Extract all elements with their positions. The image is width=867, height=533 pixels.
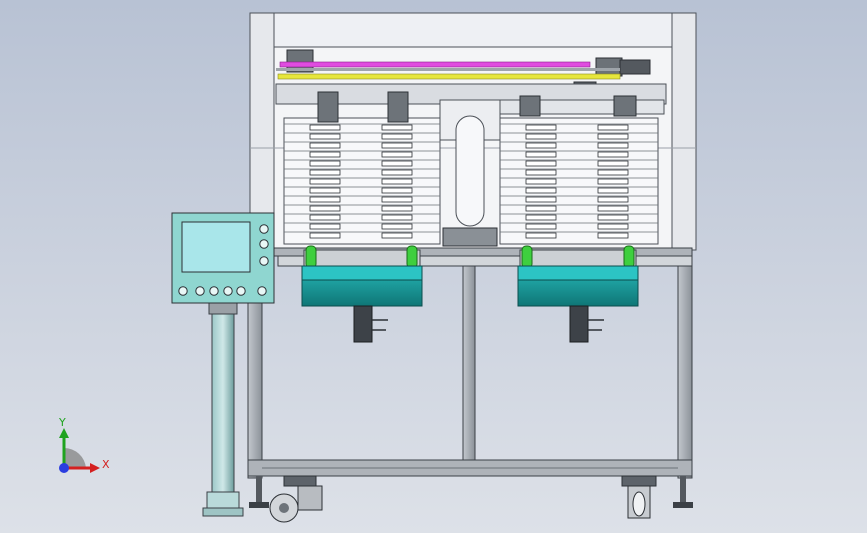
hmi-button-icon[interactable]	[259, 256, 269, 266]
tray-stack-left	[283, 117, 441, 245]
tray-slot	[597, 160, 629, 167]
cad-viewport[interactable]: Y X	[0, 0, 867, 533]
tray-slot	[525, 151, 557, 158]
tray-slot	[597, 232, 629, 239]
caster-wheel-icon	[621, 475, 657, 519]
tray-slot	[381, 169, 413, 176]
tray-slot	[309, 214, 341, 221]
tray-slot	[309, 169, 341, 176]
leveling-foot-icon	[673, 476, 693, 508]
tray-slot	[381, 214, 413, 221]
tray-slot	[525, 214, 557, 221]
tray-slot	[525, 232, 557, 239]
tray-slot	[525, 196, 557, 203]
machine-drawing: Y X	[58, 12, 697, 523]
tray-slot	[309, 142, 341, 149]
hmi-button-icon[interactable]	[178, 286, 188, 296]
tray-slot	[597, 205, 629, 212]
tray-slot	[597, 142, 629, 149]
tray-slot	[525, 178, 557, 185]
hmi-button-icon[interactable]	[259, 224, 269, 234]
tray-slot	[597, 196, 629, 203]
hmi-button-icon[interactable]	[223, 286, 233, 296]
tray-slot	[597, 133, 629, 140]
tray-slot	[381, 232, 413, 239]
tray-slot	[525, 124, 557, 131]
tray-slot	[381, 205, 413, 212]
tray-slot	[381, 196, 413, 203]
tray-slot	[597, 214, 629, 221]
tray-slot	[525, 223, 557, 230]
tray-slot	[309, 232, 341, 239]
tray-slot	[525, 160, 557, 167]
tray-slot	[309, 133, 341, 140]
lifter-unit-right	[517, 245, 639, 343]
lifter-unit-left	[301, 245, 423, 343]
tray-slot	[309, 160, 341, 167]
caster-wheel-icon	[269, 475, 323, 523]
tray-slot	[381, 160, 413, 167]
hmi-button-icon[interactable]	[236, 286, 246, 296]
tray-slot	[381, 187, 413, 194]
tray-slot	[309, 205, 341, 212]
tray-slot	[525, 133, 557, 140]
tray-slot	[309, 178, 341, 185]
leveling-foot-icon	[249, 476, 269, 508]
hmi-button-icon[interactable]	[209, 286, 219, 296]
tray-slot	[525, 187, 557, 194]
tray-slot	[309, 124, 341, 131]
tray-slot	[309, 151, 341, 158]
tray-slot	[381, 223, 413, 230]
axis-x-label: X	[102, 458, 110, 471]
tray-slot	[381, 124, 413, 131]
tray-slot	[597, 169, 629, 176]
tray-slot	[597, 223, 629, 230]
tray-slot	[381, 133, 413, 140]
hmi-button-icon[interactable]	[259, 239, 269, 249]
hmi-button-icon[interactable]	[195, 286, 205, 296]
tray-slot	[597, 124, 629, 131]
tray-slot	[309, 196, 341, 203]
tray-slot	[525, 169, 557, 176]
tray-slot	[597, 151, 629, 158]
hmi-column	[202, 301, 244, 517]
tray-slot	[597, 187, 629, 194]
tray-slot	[597, 178, 629, 185]
axis-y-label: Y	[58, 416, 66, 429]
tray-slot	[309, 187, 341, 194]
tray-slot	[525, 205, 557, 212]
tray-slot	[525, 142, 557, 149]
center-guides	[442, 227, 498, 247]
tray-slot	[381, 178, 413, 185]
tray-slot	[381, 142, 413, 149]
tray-stack-right	[499, 117, 659, 245]
tray-slot	[381, 151, 413, 158]
tray-slot	[309, 223, 341, 230]
hmi-button-icon[interactable]	[257, 286, 267, 296]
axis-triad-icon: Y X	[58, 416, 110, 473]
